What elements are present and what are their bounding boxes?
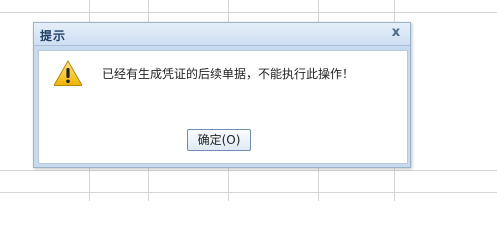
ok-button[interactable]: 确定(O) bbox=[187, 129, 251, 151]
ok-button-label: 确定(O) bbox=[197, 133, 241, 147]
screen: 提示 x 已经有生成凭证的后续单据，不能执行此操作！ 确定(O) bbox=[0, 0, 497, 201]
grid-row-line bbox=[0, 12, 497, 13]
alert-dialog: 提示 x 已经有生成凭证的后续单据，不能执行此操作！ 确定(O) bbox=[33, 22, 411, 168]
grid-row-line bbox=[0, 170, 497, 171]
grid-row-line bbox=[0, 192, 497, 193]
dialog-body: 已经有生成凭证的后续单据，不能执行此操作！ 确定(O) bbox=[38, 50, 408, 164]
warning-icon bbox=[53, 59, 83, 86]
close-icon[interactable]: x bbox=[388, 25, 404, 41]
dialog-title: 提示 bbox=[40, 29, 67, 43]
dialog-message: 已经有生成凭证的后续单据，不能执行此操作！ bbox=[102, 67, 355, 81]
dialog-title-bar[interactable]: 提示 x bbox=[34, 23, 410, 46]
